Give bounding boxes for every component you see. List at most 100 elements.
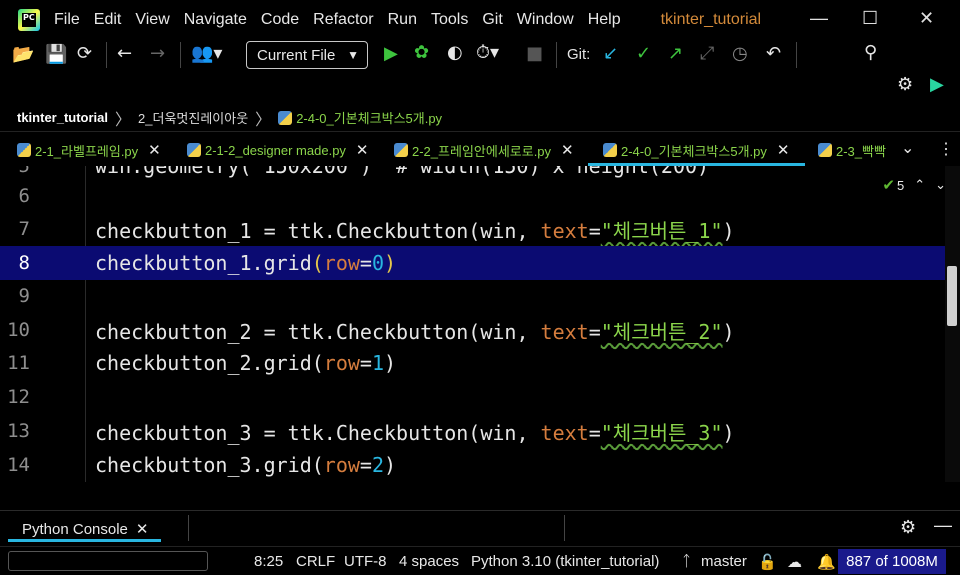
chevron-up-icon[interactable]: ⌃	[914, 177, 925, 193]
tab-file-5[interactable]: 2-3_빡빡	[818, 134, 890, 166]
save-icon[interactable]: 💾	[45, 44, 67, 65]
progress-indicator	[8, 551, 208, 571]
code-editor[interactable]: 5 win.geometry("150x200") # width(150) x…	[0, 166, 960, 482]
python-file-icon	[818, 143, 832, 157]
cloud-icon[interactable]: ☁	[787, 553, 802, 571]
menu-git[interactable]: Git	[482, 11, 502, 29]
menu-file[interactable]: File	[54, 11, 80, 29]
code-line[interactable]: 6	[0, 179, 945, 213]
toolbar-divider	[796, 42, 797, 68]
tab-file-3[interactable]: 2-2_프레임안에세로로.py ✕	[394, 134, 584, 166]
editor-tabs: 2-1_라벨프레임.py ✕ 2-1-2_designer made.py ✕ …	[0, 134, 960, 166]
menu-run[interactable]: Run	[388, 11, 417, 29]
close-icon[interactable]: ✕	[356, 141, 369, 159]
tab-file-active[interactable]: 2-4-0_기본체크박스5개.py ✕	[603, 134, 808, 166]
profile-icon[interactable]: ⏱▾	[476, 42, 499, 63]
sync-icon[interactable]: ⟳	[77, 43, 92, 64]
gear-icon[interactable]: ⚙	[897, 74, 913, 95]
menu-help[interactable]: Help	[588, 11, 621, 29]
close-icon[interactable]: ✕	[561, 141, 574, 159]
notification-bell-icon[interactable]: 🔔	[817, 553, 836, 571]
git-branch-icon: ᛏ	[682, 553, 692, 570]
breadcrumb-project[interactable]: tkinter_tutorial	[17, 110, 108, 125]
console-tab-label: Python Console	[22, 520, 128, 538]
menu-window[interactable]: Window	[517, 11, 574, 29]
close-icon[interactable]: ✕	[136, 520, 149, 538]
menu-refactor[interactable]: Refactor	[313, 11, 373, 29]
breadcrumb-folder[interactable]: 2_더욱멋진레이아웃	[138, 108, 248, 127]
stop-icon[interactable]: ■	[526, 43, 543, 64]
debug-bug-icon[interactable]: ✿	[414, 42, 429, 63]
gear-icon[interactable]: ⚙	[900, 517, 916, 538]
python-interpreter[interactable]: Python 3.10 (tkinter_tutorial)	[471, 553, 659, 570]
history-icon[interactable]: ◷	[732, 43, 748, 64]
tab-label: 2-1-2_designer made.py	[205, 142, 346, 158]
breadcrumb-file[interactable]: 2-4-0_기본체크박스5개.py	[296, 108, 442, 127]
status-bar: 8:25 CRLF UTF-8 4 spaces Python 3.10 (tk…	[0, 546, 960, 575]
line-number: 9	[18, 285, 30, 307]
open-folder-icon[interactable]: 📂	[12, 44, 34, 65]
search-icon[interactable]: ⚲	[864, 42, 877, 63]
menu-view[interactable]: View	[135, 11, 169, 29]
file-encoding[interactable]: UTF-8	[344, 553, 387, 570]
menu-edit[interactable]: Edit	[94, 11, 122, 29]
chevron-down-icon[interactable]: ⌄	[901, 138, 914, 158]
memory-indicator[interactable]: 887 of 1008M	[838, 549, 946, 574]
git-update-icon[interactable]: ↙	[603, 43, 618, 64]
code-line[interactable]: 9	[0, 279, 945, 313]
run-configuration-select[interactable]: Current File ▼	[246, 41, 368, 69]
git-branch[interactable]: master	[701, 553, 747, 570]
code-text: checkbutton_2 = ttk.Checkbutton(win, tex…	[95, 319, 735, 344]
panel-divider	[188, 515, 189, 541]
forward-arrow-icon[interactable]: →	[150, 43, 165, 64]
line-number: 5	[18, 166, 30, 177]
indent-setting[interactable]: 4 spaces	[399, 553, 459, 570]
line-number: 6	[18, 185, 30, 207]
code-line[interactable]: 13 checkbutton_3 = ttk.Checkbutton(win, …	[0, 414, 945, 448]
git-merge-icon[interactable]: ⤢	[700, 43, 714, 64]
pycharm-logo-icon[interactable]: PC	[18, 9, 40, 31]
line-number: 11	[7, 352, 30, 374]
maximize-icon[interactable]: ☐	[862, 8, 878, 29]
git-push-icon[interactable]: ↗	[668, 43, 683, 64]
back-arrow-icon[interactable]: ←	[117, 43, 132, 64]
code-line[interactable]: 7 checkbutton_1 = ttk.Checkbutton(win, t…	[0, 212, 945, 246]
code-line-current[interactable]: 8 checkbutton_1.grid(row=0)	[0, 246, 945, 280]
close-window-icon[interactable]: ✕	[919, 8, 934, 29]
scrollbar-thumb[interactable]	[947, 266, 957, 326]
hide-panel-icon[interactable]: —	[934, 515, 952, 536]
close-icon[interactable]: ✕	[148, 141, 161, 159]
code-line[interactable]: 12	[0, 380, 945, 414]
code-line[interactable]: 11 checkbutton_2.grid(row=1)	[0, 346, 945, 380]
checkmark-icon: ✔	[882, 177, 895, 194]
tab-file-1[interactable]: 2-1_라벨프레임.py ✕	[17, 134, 177, 166]
inspection-widget[interactable]: ✔ 5 ⌃ ⌄	[882, 176, 946, 194]
tab-python-console[interactable]: Python Console ✕	[22, 520, 149, 539]
git-label: Git:	[567, 46, 591, 63]
menu-navigate[interactable]: Navigate	[184, 11, 247, 29]
rollback-icon[interactable]: ↶	[766, 43, 781, 64]
python-file-icon	[394, 143, 408, 157]
line-separator[interactable]: CRLF	[296, 553, 335, 570]
run-icon[interactable]: ▶	[384, 43, 398, 64]
menu-code[interactable]: Code	[261, 11, 299, 29]
logo-text: PC	[23, 13, 35, 22]
git-commit-icon[interactable]: ✓	[636, 43, 651, 64]
code-line[interactable]: 14 checkbutton_3.grid(row=2)	[0, 448, 945, 482]
line-number: 12	[7, 386, 30, 408]
line-number: 14	[7, 454, 30, 476]
user-dropdown-icon[interactable]: 👥▾	[191, 43, 222, 64]
code-line[interactable]: 10 checkbutton_2 = ttk.Checkbutton(win, …	[0, 313, 945, 347]
more-icon[interactable]: ⋮	[938, 139, 954, 159]
lock-icon[interactable]: 🔓	[758, 553, 777, 571]
line-number: 13	[7, 420, 30, 442]
python-file-icon	[603, 143, 617, 157]
coverage-icon[interactable]: ◐	[447, 42, 463, 63]
menu-tools[interactable]: Tools	[431, 11, 468, 29]
minimize-icon[interactable]: —	[810, 8, 828, 29]
code-with-me-icon[interactable]: ▶	[930, 74, 944, 95]
tab-file-2[interactable]: 2-1-2_designer made.py ✕	[187, 134, 377, 166]
close-icon[interactable]: ✕	[777, 141, 790, 159]
cursor-position[interactable]: 8:25	[254, 553, 283, 570]
tool-window-bar: Python Console ✕ ⚙ —	[0, 510, 960, 546]
